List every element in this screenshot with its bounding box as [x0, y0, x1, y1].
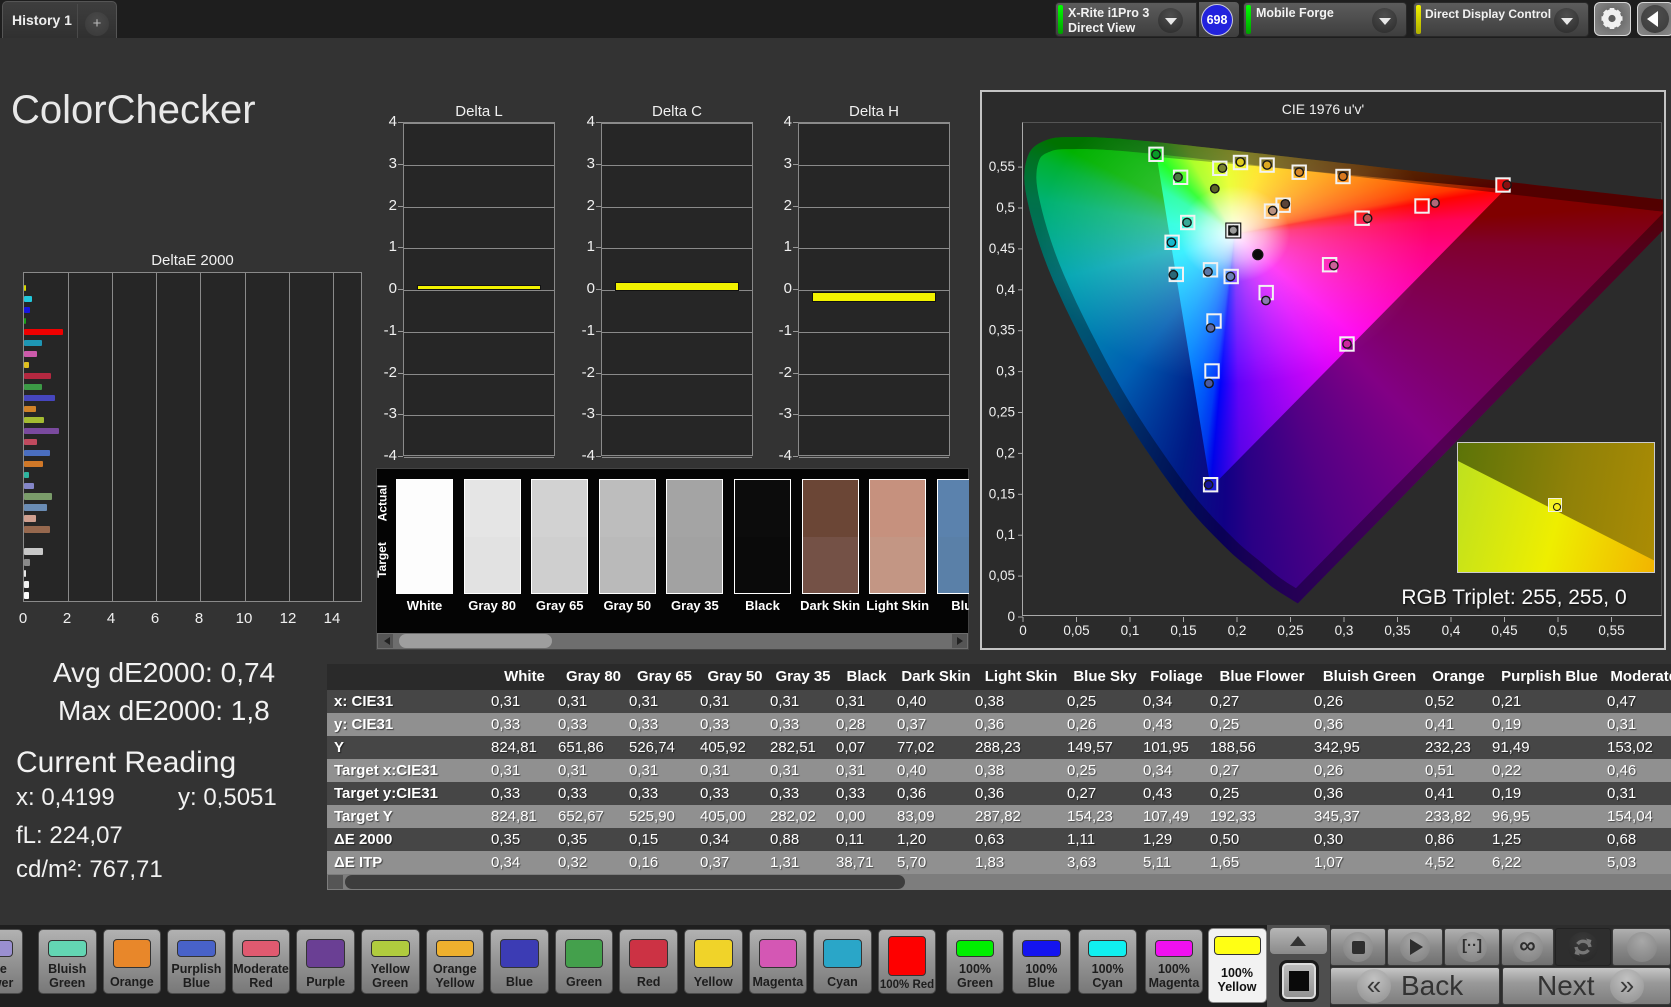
svg-text:0,35: 0,35: [989, 323, 1015, 338]
svg-text:0,35: 0,35: [1384, 623, 1410, 638]
svg-text:0,45: 0,45: [1491, 623, 1517, 638]
svg-text:0,05: 0,05: [989, 568, 1015, 583]
svg-text:0,55: 0,55: [1598, 623, 1624, 638]
svg-text:0,5: 0,5: [996, 200, 1015, 215]
svg-text:0,15: 0,15: [1170, 623, 1196, 638]
svg-text:0: 0: [1007, 609, 1015, 624]
svg-text:0,5: 0,5: [1549, 623, 1568, 638]
svg-text:0: 0: [1019, 623, 1027, 638]
svg-text:0,3: 0,3: [1335, 623, 1354, 638]
svg-text:0,3: 0,3: [996, 364, 1015, 379]
svg-text:0,4: 0,4: [996, 282, 1015, 297]
svg-text:0,25: 0,25: [989, 405, 1015, 420]
svg-text:0,1: 0,1: [1121, 623, 1140, 638]
svg-text:0,45: 0,45: [989, 241, 1015, 256]
svg-text:0,4: 0,4: [1442, 623, 1461, 638]
svg-text:0,2: 0,2: [996, 445, 1015, 460]
svg-text:0,05: 0,05: [1063, 623, 1089, 638]
svg-text:0,2: 0,2: [1228, 623, 1247, 638]
svg-text:0,25: 0,25: [1277, 623, 1303, 638]
svg-text:0,55: 0,55: [989, 159, 1015, 174]
svg-text:0,1: 0,1: [996, 527, 1015, 542]
svg-text:0,15: 0,15: [989, 486, 1015, 501]
